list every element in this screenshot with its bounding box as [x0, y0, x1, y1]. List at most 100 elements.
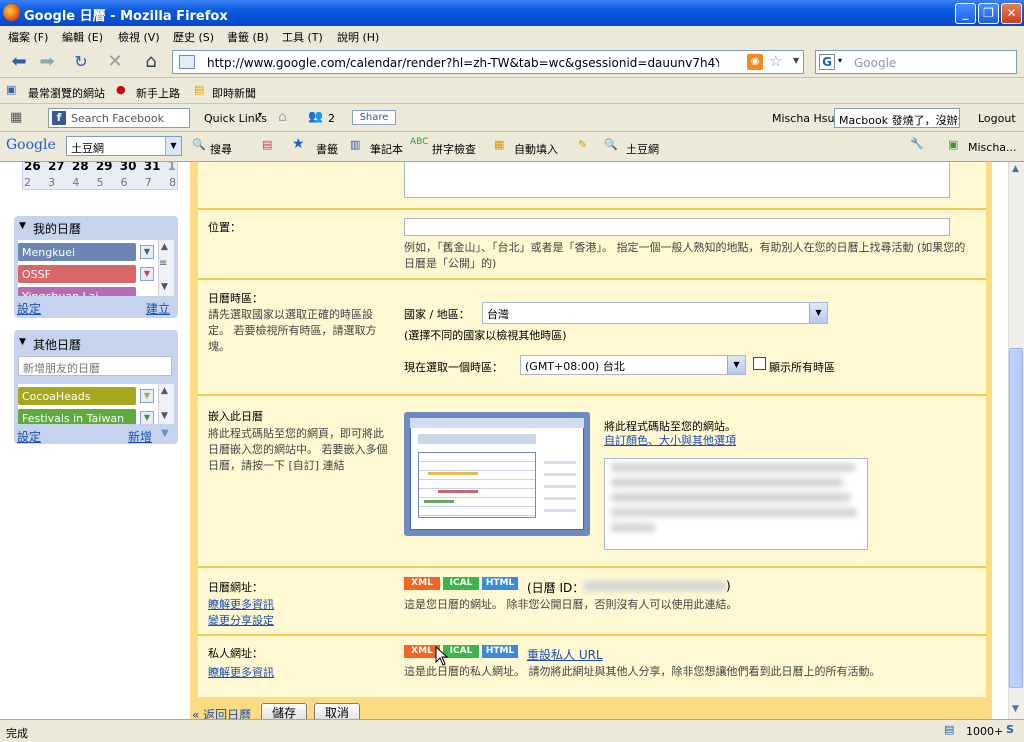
minical-day[interactable]: 2 — [24, 176, 31, 189]
add-calendar-link[interactable]: 新增 — [128, 428, 152, 445]
toolbar-bookmarks-button[interactable]: 書籤 — [316, 141, 338, 157]
minical-day[interactable]: 7 — [145, 176, 152, 189]
autofill-icon[interactable]: ▦ — [494, 138, 504, 151]
home-icon[interactable]: ⌂ — [140, 51, 162, 73]
reload-icon[interactable]: ↻ — [70, 51, 92, 73]
star-bookmark-icon[interactable]: ☆ — [769, 52, 782, 70]
menu-bookmarks[interactable]: 書籤 (B) — [227, 29, 269, 45]
google-toolbar-logo[interactable]: Google — [6, 137, 56, 153]
menu-edit[interactable]: 編輯 (E) — [62, 29, 103, 45]
dropdown-arrow-icon[interactable]: ▼ — [809, 303, 827, 323]
page-scrollbar-thumb[interactable] — [1009, 348, 1023, 688]
calendar-options-icon[interactable]: ▼ — [140, 267, 154, 281]
show-all-timezones-label[interactable]: 顯示所有時區 — [769, 359, 835, 375]
embed-customize-link[interactable]: 自訂顏色、大小與其他選項 — [604, 432, 736, 448]
timezone-select[interactable]: (GMT+08:00) 台北 ▼ — [520, 355, 746, 375]
description-textarea[interactable] — [404, 162, 950, 198]
engine-dropdown-icon[interactable]: ▾ — [838, 56, 842, 65]
scroll-down-icon[interactable]: ▼ — [1012, 704, 1019, 714]
toolbar-autofill-button[interactable]: 自動填入 — [514, 141, 558, 157]
forward-icon[interactable]: ➡ — [36, 51, 58, 73]
logout-link[interactable]: Logout — [978, 112, 1016, 125]
private-html-badge-button[interactable]: HTML — [482, 645, 518, 658]
private-learn-more-link[interactable]: 瞭解更多資訊 — [208, 664, 274, 680]
minical-day[interactable]: 6 — [121, 176, 128, 189]
menu-file[interactable]: 檔案 (F) — [8, 29, 48, 45]
calendar-options-icon[interactable]: ▼ — [140, 411, 154, 424]
create-calendar-link[interactable]: 建立 — [146, 300, 170, 317]
embed-code-textarea[interactable] — [604, 458, 868, 550]
minical-day[interactable]: 3 — [48, 176, 55, 189]
google-toolbar-search-input[interactable]: 土豆網 ▼ — [66, 136, 182, 156]
google-search-engine-icon[interactable]: G — [819, 54, 835, 70]
bookmark-getting-started[interactable]: 新手上路 — [136, 85, 180, 101]
minical-day[interactable]: 30 — [120, 162, 137, 173]
search-icon[interactable]: 🔍 — [192, 138, 206, 151]
toolbar-spellcheck-button[interactable]: 拼字檢查 — [432, 141, 476, 157]
add-dropdown-icon[interactable]: ▼ — [161, 428, 169, 439]
other-calendars-title[interactable]: 其他日曆 — [33, 336, 81, 353]
scroll-up-icon[interactable]: ▲ — [161, 386, 168, 396]
menu-history[interactable]: 歷史 (S) — [173, 29, 214, 45]
calendar-item[interactable]: Yingchuan Lai — [18, 287, 136, 296]
facebook-search-input[interactable]: f Search Facebook — [48, 108, 190, 128]
calendar-item[interactable]: Mengkuei — [18, 243, 136, 261]
minical-day[interactable]: 28 — [72, 162, 89, 173]
menu-view[interactable]: 檢視 (V) — [118, 29, 160, 45]
url-text[interactable]: http://www.google.com/calendar/render?hl… — [207, 56, 719, 70]
fb-home-icon[interactable]: ⌂ — [278, 109, 287, 125]
calendar-options-icon[interactable]: ▼ — [140, 245, 154, 259]
rss-feed-icon[interactable]: ◉ — [747, 54, 763, 70]
menu-help[interactable]: 說明 (H) — [337, 29, 379, 45]
site-identity-icon[interactable] — [179, 55, 195, 69]
country-select[interactable]: 台灣 ▼ — [482, 302, 828, 324]
url-bar[interactable]: http://www.google.com/calendar/render?hl… — [172, 50, 804, 74]
search-placeholder[interactable]: Google — [854, 56, 896, 70]
share-button[interactable]: Share — [352, 110, 396, 125]
spellcheck-icon[interactable]: ABC — [410, 137, 428, 147]
calendar-item[interactable]: OSSF — [18, 265, 136, 283]
html-badge-button[interactable]: HTML — [482, 577, 518, 590]
dropdown-arrow-icon[interactable]: ▼ — [727, 356, 745, 374]
bookmark-most-visited[interactable]: 最常瀏覽的網站 — [28, 85, 105, 101]
timezone-select-value[interactable]: (GMT+08:00) 台北 — [525, 360, 625, 373]
change-sharing-link[interactable]: 變更分享設定 — [208, 612, 274, 628]
fb-user-name[interactable]: Mischa Hsu — [772, 112, 835, 125]
scroll-up-icon[interactable]: ▲ — [1012, 164, 1019, 174]
calendar-options-icon[interactable]: ▼ — [140, 389, 154, 403]
learn-more-link[interactable]: 瞭解更多資訊 — [208, 596, 274, 612]
calendar-item[interactable]: CocoaHeads — [18, 387, 136, 405]
bookmark-latest-news[interactable]: 即時新聞 — [212, 85, 256, 101]
close-window-button[interactable]: ✕ — [1001, 3, 1022, 24]
scroll-down-icon[interactable]: ▼ — [161, 411, 168, 421]
google-toolbar-search-value[interactable]: 土豆網 — [71, 140, 104, 156]
restore-button[interactable]: ❐ — [978, 3, 999, 24]
xml-badge-button[interactable]: XML — [404, 577, 440, 590]
reset-private-url-link[interactable]: 重設私人 URL — [527, 646, 603, 663]
calendar-item[interactable]: Festivals in Taiwan — [18, 409, 136, 424]
fb-status-input[interactable]: Macbook 發燒了，沒辦法 — [834, 108, 960, 128]
star-icon[interactable]: ★ — [292, 136, 305, 152]
toolbar-notebook-button[interactable]: 筆記本 — [370, 141, 403, 157]
show-all-timezones-checkbox[interactable] — [753, 357, 766, 370]
highlighter-icon[interactable]: ✎ — [578, 138, 587, 151]
collapse-triangle-icon[interactable]: ▼ — [19, 337, 26, 347]
toolbar-search-button[interactable]: 搜尋 — [210, 141, 232, 157]
ical-badge-button[interactable]: ICAL — [443, 577, 479, 590]
minimize-button[interactable]: _ — [955, 3, 976, 24]
scroll-thumb-icon[interactable]: ≡ — [159, 258, 167, 269]
friends-icon[interactable]: 👥 — [308, 109, 323, 123]
feed-icon[interactable]: ▤ — [944, 723, 954, 736]
google-account-button[interactable]: Mischa... — [968, 141, 1017, 154]
quick-links-dropdown-icon[interactable]: ▾ — [258, 110, 262, 119]
my-calendars-settings-link[interactable]: 設定 — [17, 300, 41, 317]
stop-icon[interactable]: ✕ — [104, 51, 126, 73]
google-toolbar-dropdown-icon[interactable]: ▼ — [165, 137, 181, 155]
minical-day[interactable]: 31 — [144, 162, 161, 173]
minical-day[interactable]: 4 — [72, 176, 79, 189]
location-input[interactable] — [404, 218, 950, 236]
minical-day[interactable]: 8 — [169, 176, 176, 189]
bookmark-pin-icon[interactable]: ▤ — [262, 138, 272, 151]
toolbar-site-button[interactable]: 土豆網 — [626, 141, 659, 157]
wrench-settings-icon[interactable]: 🔧 — [910, 137, 924, 150]
